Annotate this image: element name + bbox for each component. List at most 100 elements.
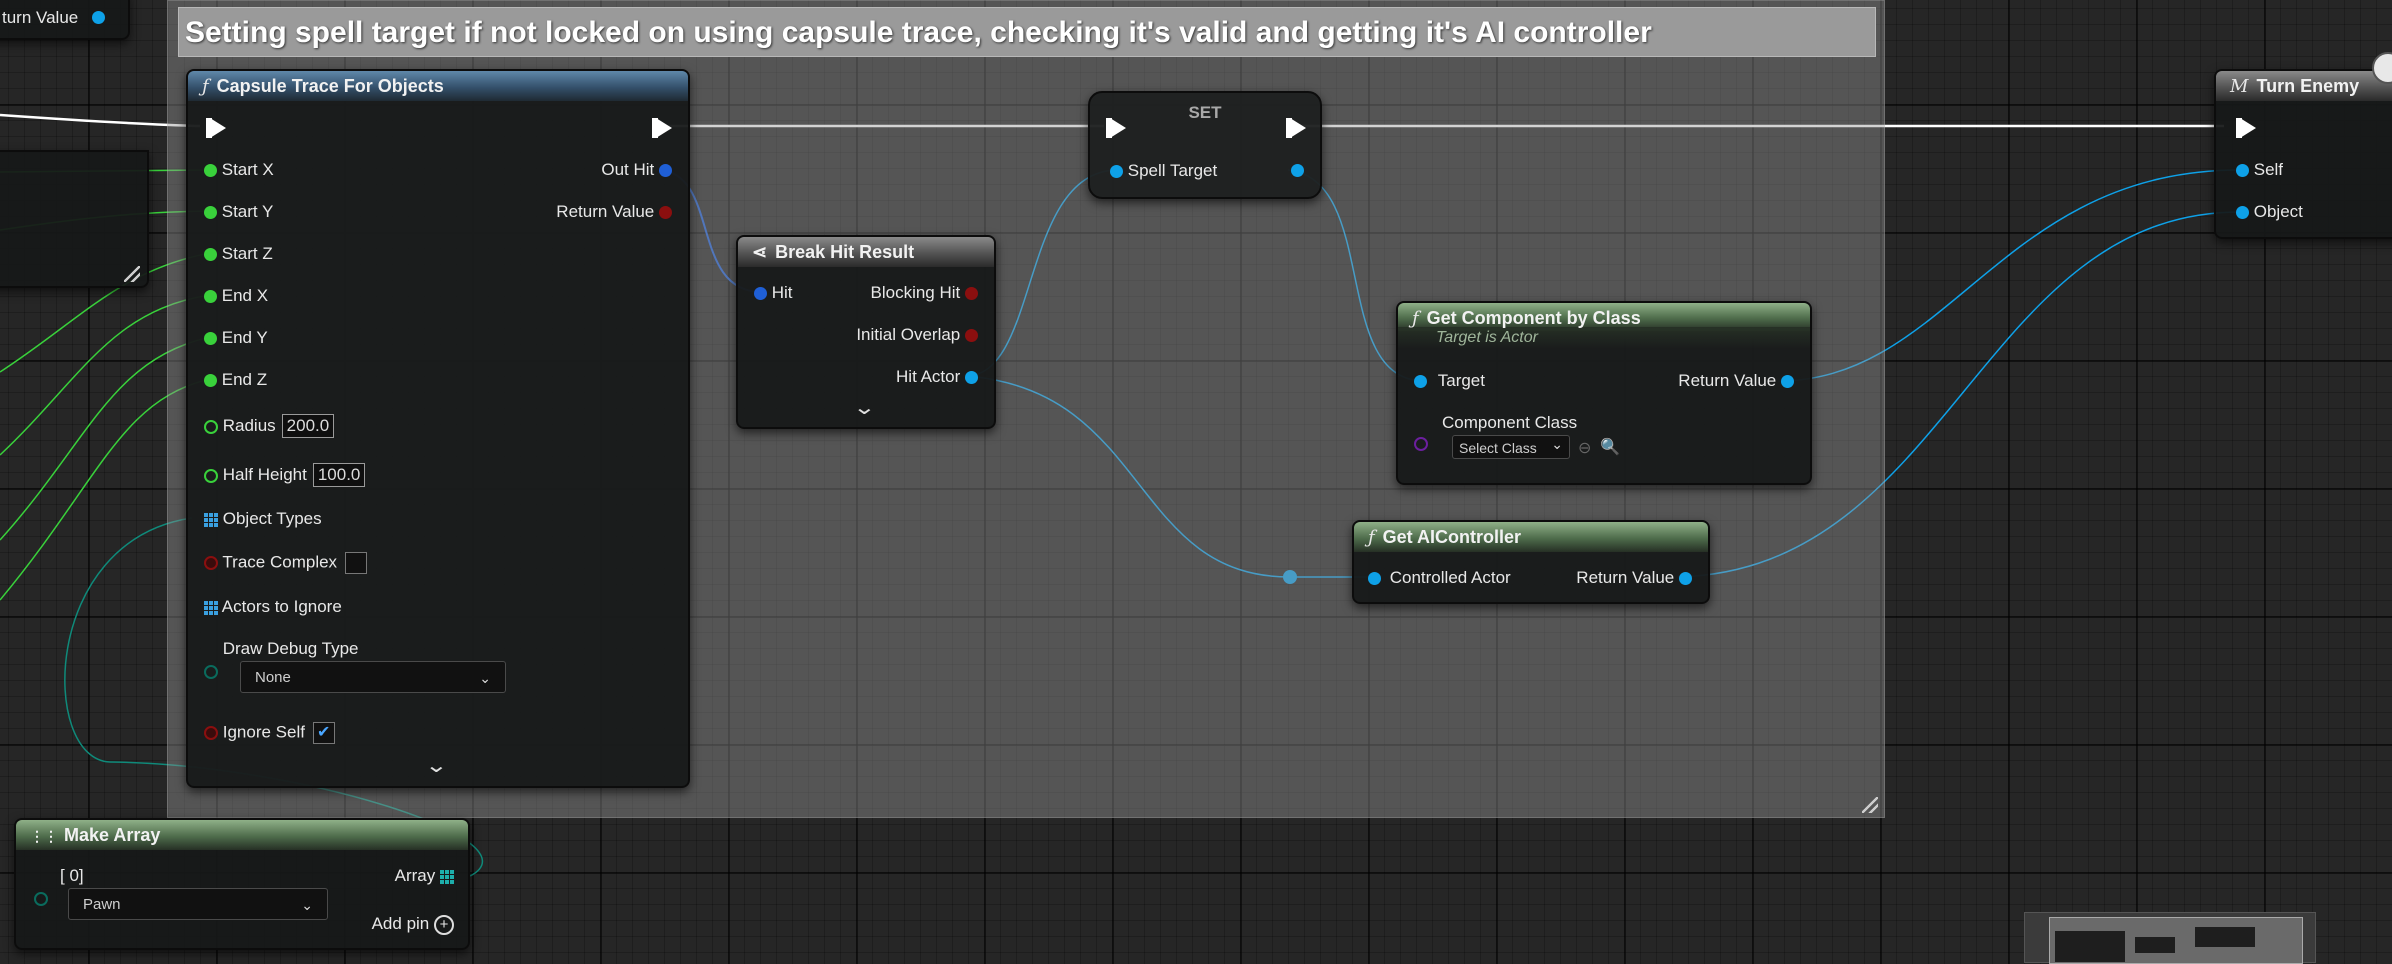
chevron-down-icon: ⌄ — [479, 670, 491, 686]
component-class-pin[interactable] — [1414, 437, 1428, 451]
start-x-pin[interactable]: Start X — [204, 160, 274, 180]
draw-debug-dropdown[interactable]: None ⌄ — [240, 661, 506, 693]
make-array-node[interactable]: ⋮⋮ Make Array [ 0] Pawn ⌄ Array Add pin + — [14, 818, 470, 950]
trace-complex-pin[interactable]: Trace Complex — [204, 552, 368, 574]
draw-debug-value: None — [255, 669, 291, 686]
set-exec-in-pin[interactable] — [1110, 118, 1126, 138]
get-component-by-class-node[interactable]: ƒ Get Component by Class Target is Actor … — [1396, 301, 1812, 485]
minimap[interactable] — [2024, 912, 2316, 964]
turn-enemy-exec-in-pin[interactable] — [2240, 118, 2256, 138]
get-ai-return-pin[interactable]: Return Value — [1576, 568, 1692, 588]
break-hit-header[interactable]: ⋖ Break Hit Result — [738, 237, 994, 267]
end-x-pin[interactable]: End X — [204, 286, 268, 306]
start-z-pin[interactable]: Start Z — [204, 244, 273, 264]
make-array-title: Make Array — [64, 825, 161, 845]
ignore-self-pin[interactable]: Ignore Self — [204, 722, 335, 744]
spell-target-out-pin[interactable] — [1291, 164, 1304, 177]
get-ai-header[interactable]: ƒ Get AIController — [1354, 522, 1708, 552]
actors-to-ignore-label: Actors to Ignore — [221, 597, 342, 616]
array-grid-icon — [204, 600, 218, 615]
blocking-hit-pin[interactable]: Blocking Hit — [870, 283, 978, 303]
draw-debug-enum-pin[interactable] — [204, 665, 218, 679]
expand-chevron-icon[interactable]: ⌄ — [425, 753, 448, 778]
half-height-label: Half Height — [222, 465, 307, 484]
ignore-self-checkbox[interactable] — [312, 722, 335, 744]
comment-resize-grip-icon[interactable] — [1862, 797, 1878, 813]
resize-grip-icon[interactable] — [124, 266, 140, 282]
get-component-return-label: Return Value — [1678, 371, 1777, 390]
make-array-header[interactable]: ⋮⋮ Make Array — [16, 820, 468, 850]
array-element-pin[interactable] — [34, 892, 48, 906]
comment-title[interactable]: Setting spell target if not locked on us… — [178, 7, 1876, 57]
array-element-dropdown[interactable]: Pawn ⌄ — [68, 888, 328, 920]
browse-search-icon[interactable]: 🔍 — [1600, 437, 1620, 457]
draw-debug-type-label: Draw Debug Type — [222, 639, 359, 658]
break-hit-result-node[interactable]: ⋖ Break Hit Result Hit Blocking Hit Initi… — [736, 235, 996, 429]
controlled-actor-label: Controlled Actor — [1389, 568, 1511, 587]
turn-enemy-title: Turn Enemy — [2256, 76, 2360, 96]
controlled-actor-pin[interactable]: Controlled Actor — [1368, 568, 1511, 588]
radius-input[interactable]: 200.0 — [281, 414, 335, 438]
component-class-label: Component Class — [1442, 413, 1578, 432]
object-pin[interactable]: Object — [2236, 202, 2303, 222]
array-out-label: Array — [394, 866, 436, 885]
set-spell-target-node[interactable]: SET Spell Target — [1088, 91, 1322, 199]
hit-pin[interactable]: Hit — [754, 283, 793, 303]
blocking-hit-label: Blocking Hit — [870, 283, 961, 302]
start-x-label: Start X — [221, 160, 274, 179]
self-pin[interactable]: Self — [2236, 160, 2283, 180]
add-pin-button[interactable]: Add pin + — [372, 914, 454, 935]
index-label: [ 0] — [60, 866, 84, 885]
get-component-return-pin[interactable]: Return Value — [1678, 371, 1794, 391]
trace-complex-checkbox[interactable] — [345, 552, 368, 574]
hit-actor-pin[interactable]: Hit Actor — [896, 367, 978, 387]
end-y-label: End Y — [221, 328, 268, 347]
radius-pin[interactable]: Radius 200.0 — [204, 414, 335, 438]
object-types-pin[interactable]: Object Types — [204, 509, 322, 529]
select-class-dropdown[interactable]: Select Class ⌄ — [1452, 435, 1570, 459]
offscreen-return-pin[interactable] — [92, 11, 105, 24]
turn-enemy-header[interactable]: M Turn Enemy — [2216, 71, 2392, 101]
radius-label: Radius — [222, 416, 276, 435]
function-icon: ƒ — [1412, 308, 1419, 329]
macro-icon: M — [2230, 76, 2249, 97]
start-z-label: Start Z — [221, 244, 273, 263]
trace-complex-label: Trace Complex — [222, 552, 338, 572]
end-z-label: End Z — [221, 370, 268, 389]
offscreen-node[interactable]: turn Value — [0, 0, 130, 40]
object-label: Object — [2253, 202, 2303, 221]
initial-overlap-pin[interactable]: Initial Overlap — [856, 325, 978, 345]
capsule-trace-node[interactable]: ƒ Capsule Trace For Objects Start X Start… — [186, 69, 690, 788]
break-struct-icon: ⋖ — [752, 242, 768, 262]
ignore-self-label: Ignore Self — [222, 722, 305, 742]
capsule-trace-header[interactable]: ƒ Capsule Trace For Objects — [188, 71, 688, 101]
use-selected-icon[interactable]: ⊖ — [1578, 438, 1591, 458]
out-hit-label: Out Hit — [601, 160, 655, 179]
exec-out-pin[interactable] — [656, 118, 672, 138]
target-label: Target — [1437, 371, 1485, 390]
array-grid-icon — [204, 512, 218, 527]
half-height-pin[interactable]: Half Height 100.0 — [204, 463, 366, 487]
get-ai-controller-node[interactable]: ƒ Get AIController Controlled Actor Retur… — [1352, 520, 1710, 604]
capsule-trace-title: Capsule Trace For Objects — [216, 76, 444, 96]
array-out-pin[interactable]: Array — [395, 866, 454, 886]
spell-target-pin[interactable]: Spell Target — [1110, 161, 1217, 181]
end-y-pin[interactable]: End Y — [204, 328, 268, 348]
half-height-input[interactable]: 100.0 — [312, 463, 366, 487]
end-z-pin[interactable]: End Z — [204, 370, 267, 390]
plus-circle-icon: + — [434, 915, 454, 935]
exec-in-pin[interactable] — [210, 118, 226, 138]
draw-debug-type-pin[interactable]: Draw Debug Type — [204, 639, 359, 659]
actors-to-ignore-pin[interactable]: Actors to Ignore — [204, 597, 342, 617]
expand-chevron-icon[interactable]: ⌄ — [853, 395, 876, 420]
start-y-pin[interactable]: Start Y — [204, 202, 273, 222]
set-exec-out-pin[interactable] — [1290, 118, 1306, 138]
out-hit-pin[interactable]: Out Hit — [601, 160, 672, 180]
return-value-pin[interactable]: Return Value — [556, 202, 672, 222]
turn-enemy-node[interactable]: M Turn Enemy Self Object — [2214, 69, 2392, 239]
spell-target-label: Spell Target — [1127, 161, 1218, 180]
get-ai-return-label: Return Value — [1576, 568, 1675, 587]
target-pin[interactable]: Target — [1414, 371, 1485, 391]
end-x-label: End X — [221, 286, 269, 305]
offscreen-node-2[interactable] — [0, 150, 149, 288]
